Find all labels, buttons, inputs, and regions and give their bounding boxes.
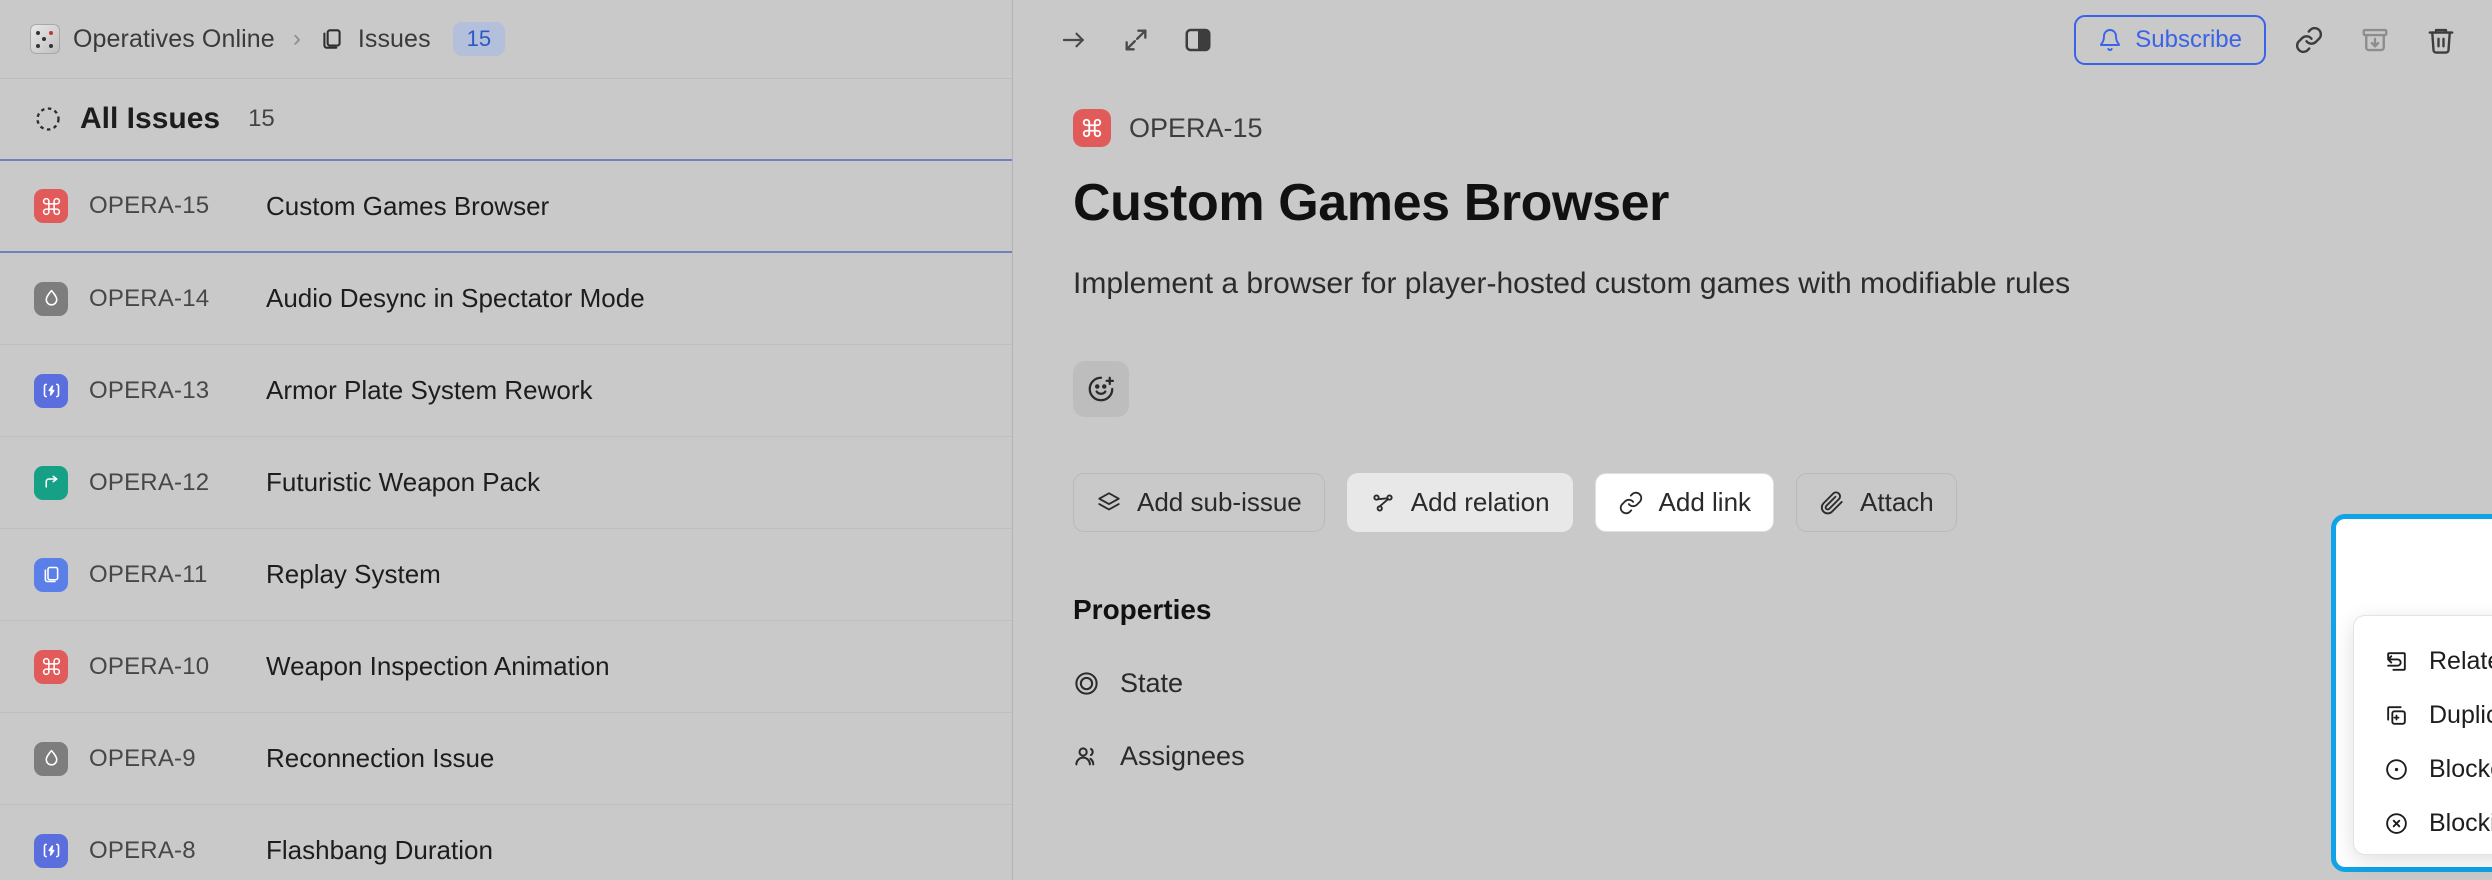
issue-key: OPERA-13 bbox=[89, 376, 210, 404]
attach-button[interactable]: Attach bbox=[1796, 473, 1957, 532]
command-icon bbox=[34, 649, 68, 684]
table-row[interactable]: OPERA-13 Armor Plate System Rework bbox=[0, 345, 1012, 437]
breadcrumb-separator: › bbox=[292, 25, 301, 52]
property-label-state: State bbox=[1120, 668, 1184, 698]
table-row[interactable]: OPERA-12 Futuristic Weapon Pack bbox=[0, 437, 1012, 529]
issue-key: OPERA-9 bbox=[89, 744, 196, 772]
droplet-icon bbox=[34, 281, 68, 316]
breadcrumb: Operatives Online › Issues 15 bbox=[0, 0, 1012, 79]
add-sub-issue-label: Add sub-issue bbox=[1137, 487, 1302, 517]
subscribe-button[interactable]: Subscribe bbox=[2074, 14, 2266, 65]
menu-item-label: Blocking bbox=[2429, 808, 2492, 837]
side-panel-icon[interactable] bbox=[1177, 19, 1219, 61]
expand-diagonal-icon[interactable] bbox=[1115, 19, 1157, 61]
relation-dropdown-menu[interactable]: Relates to Duplicate of Blocked by Blocking bbox=[2353, 615, 2492, 855]
breadcrumb-workspace[interactable]: Operatives Online bbox=[30, 24, 275, 54]
page-title: Custom Games Browser bbox=[1073, 174, 1669, 232]
menu-item-label: Relates to bbox=[2429, 646, 2492, 675]
issue-id-label: OPERA-15 bbox=[1129, 112, 1263, 143]
stack-icon bbox=[1096, 490, 1122, 516]
breadcrumb-issues-label: Issues bbox=[357, 24, 431, 53]
issue-key: OPERA-15 bbox=[89, 192, 210, 219]
layers-icon bbox=[34, 557, 68, 592]
table-row[interactable]: OPERA-14 Audio Desync in Spectator Mode bbox=[0, 253, 1012, 345]
issues-count-badge: 15 bbox=[452, 22, 506, 56]
relation-icon bbox=[1370, 490, 1396, 516]
all-issues-group-header[interactable]: All Issues 15 bbox=[0, 79, 1012, 161]
command-icon bbox=[34, 189, 68, 223]
bolt-icon bbox=[34, 373, 68, 408]
issue-key: OPERA-8 bbox=[89, 836, 196, 864]
issue-title: Weapon Inspection Animation bbox=[266, 651, 610, 681]
breadcrumb-workspace-label: Operatives Online bbox=[73, 24, 275, 53]
paperclip-icon bbox=[1819, 490, 1845, 516]
breadcrumb-issues[interactable]: Issues bbox=[319, 25, 431, 54]
table-row[interactable]: OPERA-9 Reconnection Issue bbox=[0, 713, 1012, 805]
bell-icon bbox=[2098, 28, 2122, 52]
table-row[interactable]: OPERA-10 Weapon Inspection Animation bbox=[0, 621, 1012, 713]
group-title: All Issues bbox=[80, 102, 221, 135]
issue-key: OPERA-10 bbox=[89, 652, 210, 680]
arrow-in-box-icon bbox=[2384, 649, 2409, 674]
arrow-turn-icon bbox=[34, 465, 68, 500]
issue-title: Audio Desync in Spectator Mode bbox=[266, 283, 645, 313]
issue-title: Replay System bbox=[266, 559, 441, 589]
issue-title: Armor Plate System Rework bbox=[266, 375, 593, 405]
subscribe-label: Subscribe bbox=[2135, 25, 2242, 53]
copy-plus-icon bbox=[2384, 703, 2409, 728]
detail-toolbar: Subscribe bbox=[1013, 0, 2492, 79]
property-row-assignees[interactable]: Assignees nitin.jain bbox=[1073, 737, 2492, 776]
properties-heading: Properties bbox=[1073, 594, 1212, 625]
issue-title: Custom Games Browser bbox=[266, 190, 550, 221]
table-row[interactable]: OPERA-11 Replay System bbox=[0, 529, 1012, 621]
menu-item-relates-to[interactable]: Relates to bbox=[2354, 634, 2492, 688]
circle-double-icon bbox=[1073, 670, 1100, 697]
people-icon bbox=[1073, 743, 1100, 770]
arrow-right-icon[interactable] bbox=[1053, 19, 1095, 61]
add-link-button[interactable]: Add link bbox=[1594, 473, 1775, 532]
table-row[interactable]: OPERA-15 Custom Games Browser bbox=[0, 161, 1012, 253]
droplet-icon bbox=[34, 741, 68, 776]
attach-label: Attach bbox=[1860, 487, 1934, 517]
issue-title: Futuristic Weapon Pack bbox=[266, 467, 541, 497]
group-count: 15 bbox=[248, 105, 275, 132]
issue-title: Reconnection Issue bbox=[266, 743, 495, 773]
add-sub-issue-button[interactable]: Add sub-issue bbox=[1073, 473, 1325, 532]
bolt-icon bbox=[34, 833, 68, 868]
menu-item-blocking[interactable]: Blocking bbox=[2354, 796, 2492, 850]
menu-item-label: Blocked by bbox=[2429, 754, 2492, 783]
issue-description: Implement a browser for player-hosted cu… bbox=[1073, 267, 2071, 300]
circle-dot-icon bbox=[2384, 757, 2409, 782]
link-icon[interactable] bbox=[2286, 17, 2332, 63]
menu-item-label: Duplicate of bbox=[2429, 700, 2492, 729]
table-row[interactable]: OPERA-8 Flashbang Duration bbox=[0, 805, 1012, 880]
add-link-label: Add link bbox=[1658, 487, 1752, 517]
archive-icon[interactable] bbox=[2352, 17, 2398, 63]
circle-x-icon bbox=[2384, 811, 2409, 836]
issue-actions: Add sub-issue Add relation Add link Atta… bbox=[1073, 473, 2492, 532]
issue-tracker-app: Operatives Online › Issues 15 All Issues… bbox=[0, 0, 2492, 880]
add-relation-button[interactable]: Add relation bbox=[1346, 473, 1573, 532]
dice-icon bbox=[30, 24, 60, 54]
issues-list: OPERA-15 Custom Games Browser OPERA-14 Audi… bbox=[0, 161, 1012, 880]
add-reaction-icon[interactable] bbox=[1073, 361, 1129, 417]
issue-detail-pane: Subscribe OPERA-15 Custom Games Browser … bbox=[1012, 0, 2492, 880]
layers-icon bbox=[319, 26, 345, 52]
command-icon bbox=[1073, 109, 1111, 147]
issue-key: OPERA-11 bbox=[89, 560, 208, 588]
issue-key: OPERA-14 bbox=[89, 284, 210, 312]
menu-item-blocked-by[interactable]: Blocked by bbox=[2354, 742, 2492, 796]
dashed-circle-icon bbox=[34, 105, 62, 133]
property-row-state[interactable]: State bbox=[1073, 668, 2492, 699]
property-label-assignees: Assignees bbox=[1120, 741, 1245, 771]
add-relation-label: Add relation bbox=[1410, 487, 1550, 517]
issues-list-pane: Operatives Online › Issues 15 All Issues… bbox=[0, 0, 1012, 880]
link-icon bbox=[1618, 490, 1644, 516]
menu-item-duplicate-of[interactable]: Duplicate of bbox=[2354, 688, 2492, 742]
issue-detail-body: OPERA-15 Custom Games Browser Implement … bbox=[1013, 79, 2492, 776]
issue-title: Flashbang Duration bbox=[266, 835, 493, 865]
issue-id-row: OPERA-15 bbox=[1073, 109, 2492, 147]
trash-icon[interactable] bbox=[2418, 17, 2464, 63]
issue-key: OPERA-12 bbox=[89, 468, 210, 496]
